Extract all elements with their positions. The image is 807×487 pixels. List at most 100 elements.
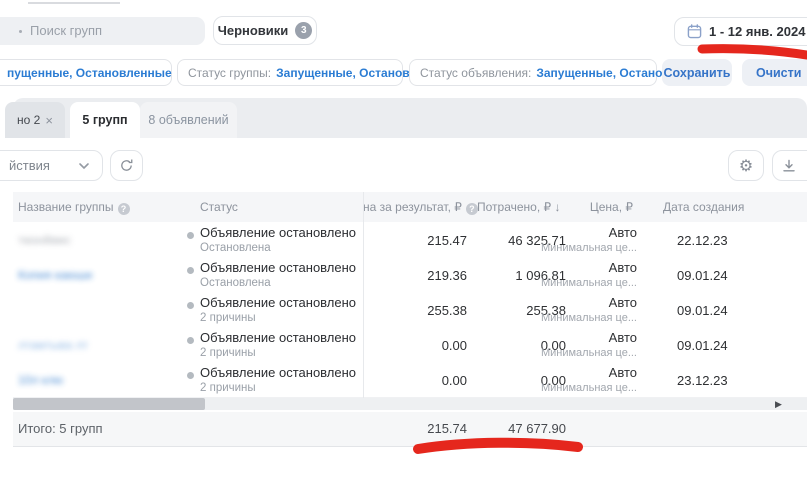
status-subtext: 2 причины xyxy=(200,347,356,359)
drafts-button[interactable]: Черновики 3 xyxy=(213,16,317,45)
date-range-label: 1 - 12 янв. 2024 xyxy=(709,24,805,39)
cost-per-result-value: 215.47 xyxy=(363,233,467,248)
selection-chip-label: но 2 xyxy=(17,113,40,127)
cost-per-result-value: 255.38 xyxy=(363,303,467,318)
search-placeholder: Поиск групп xyxy=(30,23,102,38)
status-text: Объявление остановлено xyxy=(200,365,356,380)
horizontal-scrollbar[interactable]: ▶ xyxy=(13,398,807,410)
filter-chip-label: Статус группы: xyxy=(188,66,271,80)
table-row[interactable]: Копия каюши Объявление остановлено Остан… xyxy=(13,257,807,293)
price-strategy: Минимальная це... xyxy=(513,347,637,359)
column-price[interactable]: Цена, ₽ xyxy=(573,200,633,214)
tab-ads[interactable]: 8 объявлений xyxy=(140,102,237,138)
cost-per-result-value: 219.36 xyxy=(363,268,467,283)
status-subtext: 2 причины xyxy=(200,312,356,324)
group-name-link[interactable]: тмзнйвмс xyxy=(18,233,71,247)
download-icon xyxy=(781,158,797,174)
price-mode: Авто xyxy=(513,330,637,345)
refresh-icon xyxy=(119,158,134,173)
status-cell: Объявление остановлено 2 причины xyxy=(200,295,356,324)
gear-icon: ⚙ xyxy=(739,156,753,175)
chevron-down-icon xyxy=(78,162,90,170)
status-cell: Объявление остановлено 2 причины xyxy=(200,330,356,359)
calendar-icon xyxy=(687,24,702,39)
created-date: 09.01.24 xyxy=(677,268,728,283)
price-strategy: Минимальная це... xyxy=(513,312,637,324)
drafts-count-badge: 3 xyxy=(295,22,312,39)
status-text: Объявление остановлено xyxy=(200,260,356,275)
filter-chip-group-status[interactable]: Статус группы: Запущенные, Остановленные… xyxy=(177,59,403,86)
created-date: 23.12.23 xyxy=(677,373,728,388)
status-dot-icon xyxy=(187,267,194,274)
filter-chip-label: Статус объявления: xyxy=(420,66,531,80)
status-subtext: Остановлена xyxy=(200,277,356,289)
groups-table: Название группы? Статус на за результат,… xyxy=(13,192,807,448)
help-icon[interactable]: ? xyxy=(118,203,130,215)
filter-chip-ad-status[interactable]: Статус объявления: Запущенные, Остановле… xyxy=(409,59,657,86)
refresh-button[interactable] xyxy=(110,150,143,181)
save-filters-button[interactable]: Сохранить xyxy=(662,59,732,86)
ads-manager-screen: Поиск групп Черновики 3 1 - 12 янв. 2024… xyxy=(0,0,807,487)
column-spent[interactable]: Потрачено, ₽ ↓ xyxy=(477,200,561,214)
total-cost-per-result: 215.74 xyxy=(363,421,467,436)
price-cell: Авто Минимальная це... xyxy=(513,330,637,359)
clear-filters-button[interactable]: Очисти xyxy=(742,59,807,86)
status-dot-icon xyxy=(187,302,194,309)
tab-strip: но 2 × 5 групп 8 объявлений xyxy=(13,98,807,138)
table-header: Название группы? Статус на за результат,… xyxy=(13,192,807,222)
scrollbar-thumb[interactable] xyxy=(13,398,205,410)
price-mode: Авто xyxy=(513,225,637,240)
top-edge-fragment xyxy=(28,2,120,4)
status-dot-icon xyxy=(187,337,194,344)
status-text: Объявление остановлено xyxy=(200,225,356,240)
scroll-right-icon[interactable]: ▶ xyxy=(775,399,782,410)
status-text: Объявление остановлено xyxy=(200,330,356,345)
drafts-button-label: Черновики xyxy=(218,23,289,38)
column-status[interactable]: Статус xyxy=(200,200,238,214)
price-strategy: Минимальная це... xyxy=(513,382,637,394)
table-row[interactable]: лтамтыва лт Объявление остановлено 2 при… xyxy=(13,327,807,363)
column-name[interactable]: Название группы? xyxy=(18,200,130,215)
filter-chip-campaign-status[interactable]: пущенные, Остановленные × xyxy=(0,59,172,86)
price-strategy: Минимальная це... xyxy=(513,242,637,254)
export-button[interactable] xyxy=(772,150,807,181)
totals-label: Итого: 5 групп xyxy=(18,421,103,436)
group-name-link[interactable]: Копия каюши xyxy=(18,268,92,282)
search-icon xyxy=(19,30,22,33)
table-row[interactable]: Объявление остановлено 2 причины 255.38 … xyxy=(13,292,807,328)
price-cell: Авто Минимальная це... xyxy=(513,295,637,324)
status-subtext: Остановлена xyxy=(200,242,356,254)
actions-dropdown[interactable]: йствия xyxy=(0,150,103,181)
settings-button[interactable]: ⚙ xyxy=(728,150,764,181)
filter-chip-value: пущенные, Остановленные xyxy=(7,66,172,80)
table-row[interactable]: тмзнйвмс Объявление остановлено Остановл… xyxy=(13,222,807,258)
column-created[interactable]: Дата создания xyxy=(663,200,744,214)
cost-per-result-value: 0.00 xyxy=(363,338,467,353)
tab-groups[interactable]: 5 групп xyxy=(70,102,140,138)
price-mode: Авто xyxy=(513,260,637,275)
price-cell: Авто Минимальная це... xyxy=(513,225,637,254)
selection-chip[interactable]: но 2 × xyxy=(5,102,65,138)
price-cell: Авто Минимальная це... xyxy=(513,260,637,289)
search-input[interactable]: Поиск групп xyxy=(0,17,205,45)
created-date: 09.01.24 xyxy=(677,338,728,353)
cost-per-result-value: 0.00 xyxy=(363,373,467,388)
status-subtext: 2 причины xyxy=(200,382,356,394)
close-icon[interactable]: × xyxy=(45,113,53,128)
column-cost-per-result[interactable]: на за результат, ₽? xyxy=(363,200,478,215)
status-dot-icon xyxy=(187,372,194,379)
group-name-link[interactable]: 10л клю xyxy=(18,373,63,387)
group-name-link[interactable]: лтамтыва лт xyxy=(18,338,88,352)
status-text: Объявление остановлено xyxy=(200,295,356,310)
total-spent: 47 677.90 xyxy=(473,421,566,436)
date-range-button[interactable]: 1 - 12 янв. 2024 xyxy=(674,17,807,46)
table-row[interactable]: 10л клю Объявление остановлено 2 причины… xyxy=(13,362,807,398)
frozen-column-divider xyxy=(363,192,364,398)
status-dot-icon xyxy=(187,232,194,239)
created-date: 09.01.24 xyxy=(677,303,728,318)
price-strategy: Минимальная це... xyxy=(513,277,637,289)
actions-dropdown-label: йствия xyxy=(9,158,50,173)
status-cell: Объявление остановлено Остановлена xyxy=(200,260,356,289)
sort-desc-icon: ↓ xyxy=(555,200,561,214)
price-cell: Авто Минимальная це... xyxy=(513,365,637,394)
